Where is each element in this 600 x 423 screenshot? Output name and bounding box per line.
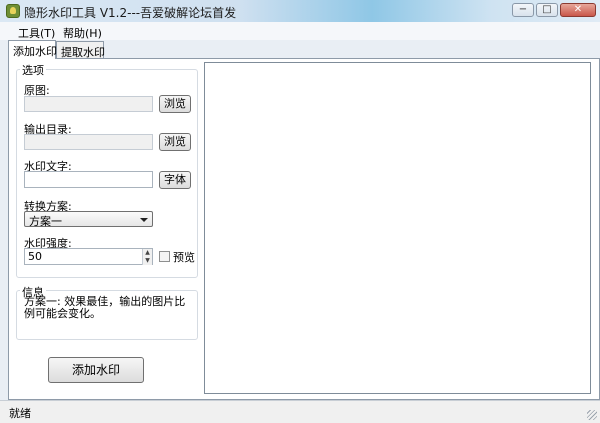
image-preview-area [204,62,591,394]
spin-down-icon[interactable]: ▼ [142,257,152,265]
font-button[interactable]: 字体 [159,171,191,189]
watermark-text-input[interactable] [24,171,153,188]
window-title: 隐形水印工具 V1.2---吾爱破解论坛首发 [24,6,237,20]
browse-source-button[interactable]: 浏览 [159,95,191,113]
scheme-selected-value: 方案一 [29,215,62,228]
info-text: 方案一: 效果最佳，输出的图片比例可能会变化。 [24,295,186,320]
status-text: 就绪 [9,407,31,420]
add-watermark-button[interactable]: 添加水印 [48,357,144,383]
browse-output-button[interactable]: 浏览 [159,133,191,151]
title-bar[interactable]: 隐形水印工具 V1.2---吾爱破解论坛首发 − □ ✕ [0,0,600,22]
app-icon [6,4,20,18]
options-caption: 选项 [20,62,46,78]
output-dir-field[interactable] [24,134,153,150]
preview-label: 预览 [173,251,195,264]
menu-bar: 工具(T) 帮助(H) [0,22,600,40]
status-bar: 就绪 [0,400,600,423]
maximize-button[interactable]: □ [536,3,558,17]
tab-extract-watermark[interactable]: 提取水印 [56,41,105,59]
strength-spinner[interactable]: 50 ▲ ▼ [24,248,153,265]
close-button[interactable]: ✕ [560,3,596,17]
preview-checkbox[interactable] [159,251,170,262]
minimize-button[interactable]: − [512,3,534,17]
resize-grip-icon[interactable] [587,410,597,420]
scheme-select[interactable]: 方案一 [24,211,153,228]
menu-tools[interactable]: 工具(T) [18,25,55,41]
chevron-down-icon [140,218,148,222]
source-path-field[interactable] [24,96,153,112]
spin-up-icon[interactable]: ▲ [142,249,152,257]
tab-add-watermark[interactable]: 添加水印 [8,40,57,59]
menu-help[interactable]: 帮助(H) [63,25,102,41]
strength-value: 50 [28,250,42,263]
